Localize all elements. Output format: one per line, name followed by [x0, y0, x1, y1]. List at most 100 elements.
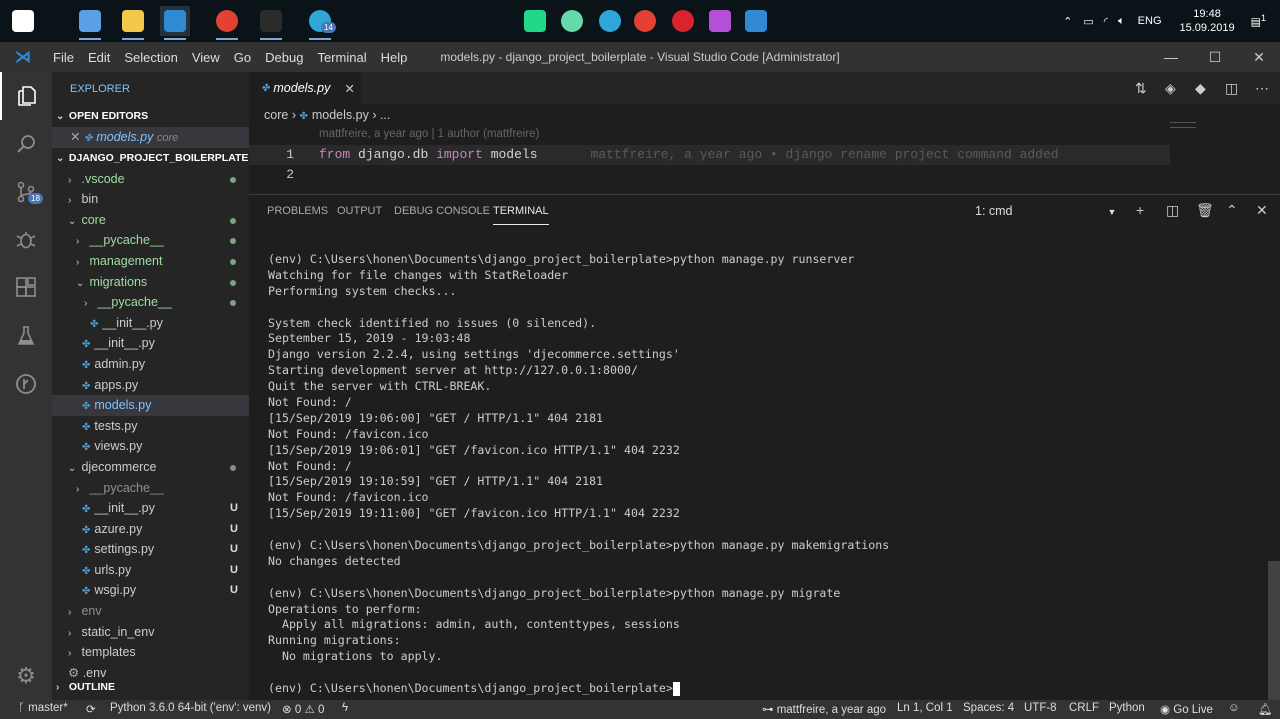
cursor-position[interactable]: Ln 1, Col 1 [897, 702, 953, 714]
trash-icon[interactable]: 🗑︎ [1196, 202, 1214, 219]
tree-file-item[interactable]: ✤ __init__.py [52, 333, 249, 354]
lightning-icon[interactable]: ϟ [342, 702, 348, 714]
encoding[interactable]: UTF-8 [1024, 702, 1057, 714]
tree-file-item[interactable]: ✤ views.py [52, 436, 249, 457]
code-line-1[interactable]: 1 from django.db import models mattfreire… [249, 145, 1170, 165]
source-control-icon[interactable]: 18 [0, 168, 52, 216]
tree-folder-item[interactable]: › .vscode [52, 169, 249, 190]
chrome-icon[interactable] [212, 6, 242, 40]
tree-file-item[interactable]: ✤ __init__.py U [52, 498, 249, 519]
new-terminal-icon[interactable]: + [1136, 202, 1144, 218]
menu-item-debug[interactable]: Debug [258, 50, 310, 65]
explorer-icon[interactable] [0, 72, 52, 120]
this-pc-icon[interactable] [75, 6, 105, 40]
volume-icon[interactable]: 🔈︎ [1113, 15, 1130, 28]
wifi-icon[interactable]: ◜ [1099, 15, 1113, 28]
tab-models-py[interactable]: ✤ models.py ✕ [249, 72, 361, 104]
tree-file-item[interactable]: ✤ azure.py U [52, 519, 249, 540]
chevron-up-icon[interactable]: ⌃ [1057, 15, 1078, 28]
telegram-icon[interactable]: 14 [305, 6, 336, 40]
close-icon[interactable]: ✕ [70, 130, 80, 144]
gitlens-icon[interactable] [0, 360, 52, 408]
tree-folder-item[interactable]: ⌄ migrations [52, 272, 249, 293]
project-header[interactable]: ⌄ DJANGO_PROJECT_BOILERPLATE [52, 148, 249, 169]
tree-file-item[interactable]: ✤ wsgi.py U [52, 580, 249, 601]
menu-item-view[interactable]: View [185, 50, 227, 65]
problems-indicator[interactable]: ⊗ 0 ⚠ 0 [282, 702, 324, 716]
search-icon[interactable] [0, 120, 52, 168]
maximize-panel-icon[interactable]: ⌃ [1226, 202, 1238, 219]
menu-item-help[interactable]: Help [374, 50, 415, 65]
clock[interactable]: 19:48 15.09.2019 [1170, 7, 1245, 35]
language-indicator[interactable]: ENG [1130, 15, 1170, 27]
close-window-button[interactable]: ✕ [1237, 42, 1280, 72]
tree-file-item[interactable]: ✤ __init__.py [52, 313, 249, 334]
bell-icon[interactable]: 🔔︎ [1258, 702, 1273, 716]
split-terminal-icon[interactable]: ◫ [1166, 202, 1179, 219]
extensions-icon[interactable] [0, 264, 52, 312]
tree-folder-item[interactable]: › __pycache__ [52, 292, 249, 313]
go-live[interactable]: ◉ Go Live [1160, 702, 1213, 716]
tree-folder-item[interactable]: › __pycache__ [52, 230, 249, 251]
maximize-button[interactable]: ☐ [1193, 42, 1237, 72]
open-editor-item[interactable]: ✕ ✤ models.py core [52, 127, 249, 148]
tree-folder-item[interactable]: › templates [52, 642, 249, 663]
breadcrumb-more[interactable]: ... [380, 108, 390, 122]
python-interpreter[interactable]: Python 3.6.0 64-bit ('env': venv) [110, 702, 271, 714]
indentation[interactable]: Spaces: 4 [963, 702, 1014, 714]
opera-icon[interactable] [668, 6, 698, 36]
menu-item-go[interactable]: Go [227, 50, 258, 65]
tree-file-item[interactable]: ✤ models.py [52, 395, 249, 416]
kraken-icon[interactable] [705, 6, 735, 36]
close-tab-icon[interactable]: ✕ [344, 81, 354, 96]
tree-folder-item[interactable]: ⌄ core [52, 210, 249, 231]
terminal-output[interactable]: (env) C:\Users\honen\Documents\django_pr… [268, 252, 889, 697]
close-panel-icon[interactable]: ✕ [1256, 202, 1268, 219]
menu-item-selection[interactable]: Selection [117, 50, 184, 65]
sync-icon[interactable]: ⟳ [86, 702, 96, 716]
pycharm-icon[interactable] [520, 6, 550, 36]
open-editors-header[interactable]: ⌄ OPEN EDITORS [52, 106, 249, 127]
chrome-icon[interactable] [630, 6, 660, 36]
open-changes-icon[interactable]: ◈ [1165, 80, 1176, 97]
tree-file-item[interactable]: ✤ admin.py [52, 354, 249, 375]
tree-file-item[interactable]: ✤ tests.py [52, 416, 249, 437]
vscode-icon[interactable] [160, 6, 190, 40]
blame-status[interactable]: ⊶ mattfreire, a year ago [762, 702, 886, 716]
more-actions-icon[interactable]: ⋯ [1255, 80, 1269, 97]
start-icon[interactable] [8, 6, 38, 36]
line-ending[interactable]: CRLF [1069, 702, 1099, 714]
tab-output[interactable]: OUTPUT [337, 205, 382, 217]
battery-icon[interactable]: ▭ [1078, 15, 1098, 28]
terminal-prompt-line[interactable]: (env) C:\Users\honen\Documents\django_pr… [268, 681, 889, 697]
debug-icon[interactable] [0, 216, 52, 264]
tree-file-item[interactable]: ✤ settings.py U [52, 539, 249, 560]
testing-flask-icon[interactable] [0, 312, 52, 360]
language-mode[interactable]: Python [1109, 702, 1145, 714]
menu-item-file[interactable]: File [46, 50, 81, 65]
terminal-select[interactable]: 1: cmd ▼ [975, 204, 1116, 218]
vscode-icon[interactable] [741, 6, 771, 36]
notification-center-icon[interactable]: ▤1 [1245, 13, 1280, 29]
tab-terminal[interactable]: TERMINAL [493, 205, 549, 225]
settings-gear-icon[interactable]: ⚙ [0, 652, 52, 700]
tab-problems[interactable]: PROBLEMS [267, 205, 328, 217]
file-explorer-icon[interactable] [118, 6, 148, 40]
breadcrumb-folder[interactable]: core [264, 108, 288, 122]
code-line-2[interactable]: 2 [249, 165, 1170, 185]
telegram-icon[interactable] [595, 6, 625, 36]
tree-folder-item[interactable]: › env [52, 601, 249, 622]
feedback-icon[interactable]: ☺ [1228, 702, 1240, 714]
git-branch[interactable]: ᚴ master* [18, 702, 68, 714]
menu-item-terminal[interactable]: Terminal [310, 50, 373, 65]
git-commit-icon[interactable]: ◆ [1195, 80, 1206, 97]
minimap[interactable] [1170, 122, 1196, 128]
split-editor-icon[interactable]: ◫ [1225, 80, 1238, 97]
tree-file-item[interactable]: ✤ urls.py U [52, 560, 249, 581]
cmd-icon[interactable] [256, 6, 286, 40]
compare-changes-icon[interactable]: ⇅ [1135, 80, 1147, 97]
menu-item-edit[interactable]: Edit [81, 50, 117, 65]
outline-header[interactable]: › OUTLINE [52, 677, 249, 698]
terminal-scrollbar[interactable] [1268, 561, 1280, 701]
tab-debug-console[interactable]: DEBUG CONSOLE [394, 205, 490, 217]
